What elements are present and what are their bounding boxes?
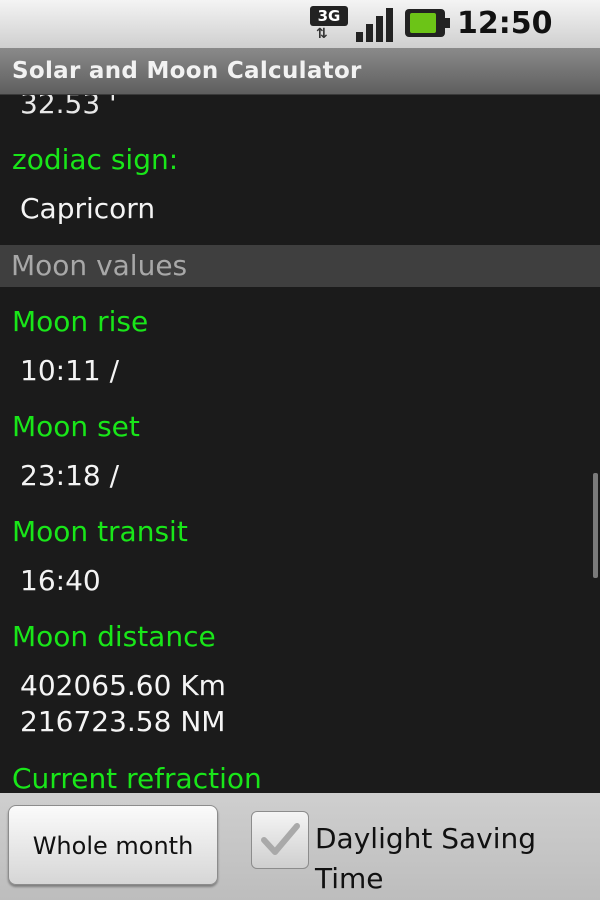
network-3g-icon: 3G ⇅: [310, 6, 348, 42]
bottom-action-bar: Whole month Daylight Saving Time: [0, 793, 600, 900]
status-bar: 3G ⇅ 12:50 PM: [0, 0, 600, 81]
moon-rise-label: Moon rise: [12, 305, 149, 338]
app-title-bar: Solar and Moon Calculator: [0, 48, 600, 95]
moon-transit-value: 16:40: [20, 564, 101, 597]
moon-values-section-header: Moon values: [0, 245, 600, 287]
app-title: Solar and Moon Calculator: [12, 58, 362, 84]
moon-distance-label: Moon distance: [12, 620, 216, 653]
moon-transit-label: Moon transit: [12, 515, 188, 548]
checkmark-icon: [261, 823, 300, 855]
daylight-saving-checkbox[interactable]: [251, 811, 309, 869]
partial-value: 32.53 ': [20, 95, 117, 120]
status-clock: 12:50 PM: [457, 6, 553, 81]
signal-strength-icon: [356, 6, 396, 42]
zodiac-sign-label: zodiac sign:: [12, 143, 179, 176]
zodiac-sign-value: Capricorn: [20, 192, 156, 225]
moon-distance-nm: 216723.58 NM: [20, 705, 226, 738]
moon-distance-km: 402065.60 Km: [20, 669, 226, 702]
results-scroll-view[interactable]: 32.53 ' zodiac sign: Capricorn Moon valu…: [0, 95, 600, 793]
moon-rise-value: 10:11 /: [20, 354, 120, 387]
current-refraction-label: Current refraction: [12, 762, 262, 793]
section-header-label: Moon values: [11, 249, 188, 282]
daylight-saving-label[interactable]: Daylight Saving Time: [315, 819, 600, 899]
network-type-label: 3G: [310, 6, 348, 26]
data-arrows-icon: ⇅: [316, 26, 328, 42]
moon-set-label: Moon set: [12, 410, 140, 443]
battery-charging-icon: [405, 9, 450, 37]
whole-month-button[interactable]: Whole month: [8, 805, 218, 885]
scrollbar-thumb[interactable]: [593, 473, 598, 578]
moon-set-value: 23:18 /: [20, 459, 120, 492]
